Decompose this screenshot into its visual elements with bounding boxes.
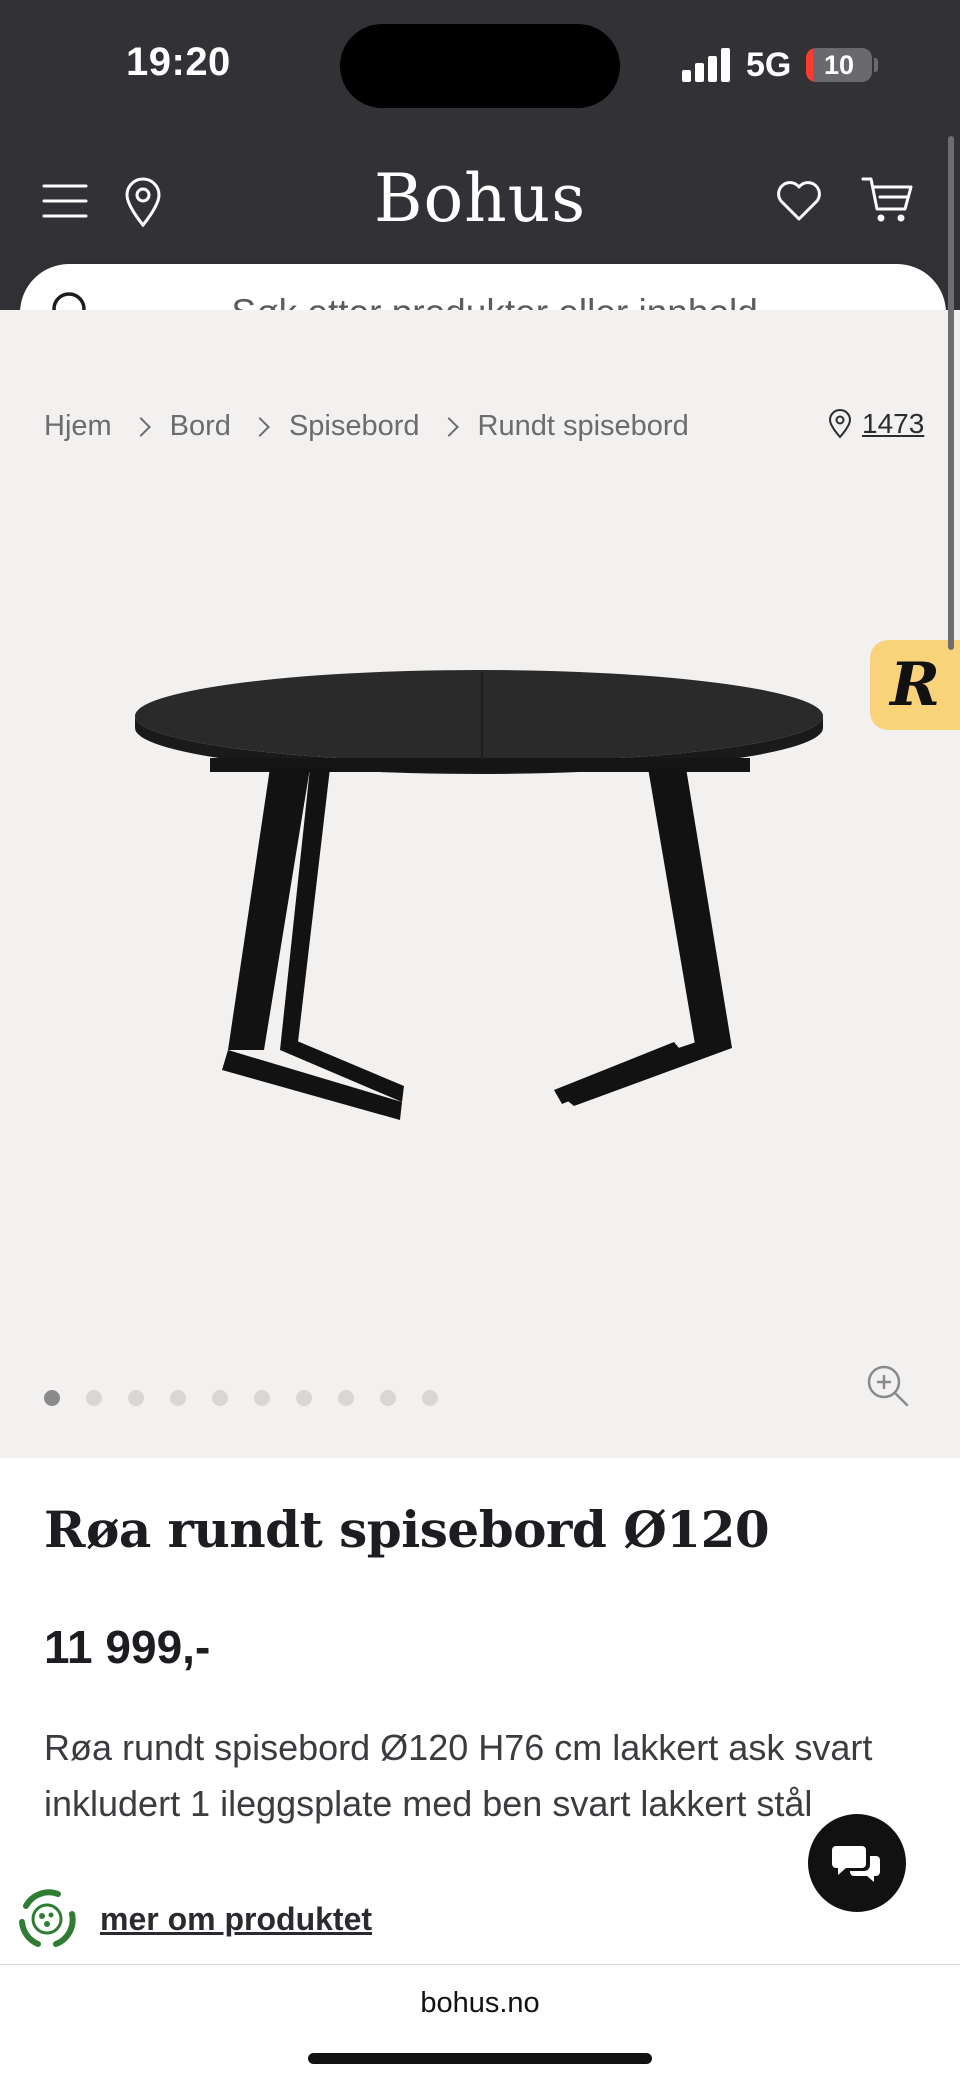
product-title: Røa rundt spisebord Ø120	[44, 1500, 770, 1559]
gallery-dot[interactable]	[86, 1390, 102, 1406]
breadcrumb-item[interactable]: Hjem	[44, 410, 112, 443]
gallery-dot[interactable]	[212, 1390, 228, 1406]
url-label[interactable]: bohus.no	[0, 1987, 960, 2020]
location-pin-icon[interactable]	[118, 174, 168, 230]
chevron-right-icon	[250, 416, 270, 437]
gallery-dot[interactable]	[254, 1390, 270, 1406]
more-about-product-link[interactable]: mer om produktet	[100, 1901, 372, 1938]
product-description: Røa rundt spisebord Ø120 H76 cm lakkert …	[44, 1727, 873, 1824]
product-image[interactable]	[130, 650, 830, 1210]
more-about-product[interactable]: mer om produktet	[14, 1886, 372, 1952]
breadcrumb-item[interactable]: Spisebord	[289, 410, 420, 443]
browser-bottom-bar: bohus.no	[0, 1964, 960, 2081]
chevron-right-icon	[438, 416, 459, 437]
gallery-dot[interactable]	[296, 1390, 312, 1406]
gallery-dot[interactable]	[44, 1390, 60, 1406]
eco-recycle-icon	[19, 1889, 76, 1947]
network-label: 5G	[746, 46, 792, 84]
dynamic-island	[340, 24, 620, 108]
signal-icon	[682, 48, 732, 82]
status-time: 19:20	[126, 40, 231, 84]
breadcrumb-item[interactable]: Bord	[170, 410, 231, 443]
location-pin-icon	[828, 409, 852, 439]
gallery-dot[interactable]	[380, 1390, 396, 1406]
scrollbar[interactable]	[948, 136, 954, 650]
menu-icon[interactable]	[40, 176, 90, 226]
heart-icon[interactable]	[772, 174, 826, 226]
logo[interactable]: Bohus	[280, 160, 680, 237]
gallery-dot[interactable]	[128, 1390, 144, 1406]
zoom-in-icon[interactable]	[866, 1364, 910, 1408]
product-price: 11 999,-	[44, 1621, 211, 1673]
chat-icon	[832, 1846, 880, 1882]
breadcrumb-item[interactable]: Rundt spisebord	[478, 410, 689, 443]
cart-icon[interactable]	[860, 172, 916, 228]
battery-level: 10	[823, 50, 855, 80]
chevron-right-icon	[130, 416, 151, 437]
gallery-dot[interactable]	[422, 1390, 438, 1406]
store-selector[interactable]: 1473	[828, 408, 924, 440]
battery-nub	[874, 58, 878, 72]
store-label[interactable]: 1473	[862, 408, 924, 440]
gallery-dot[interactable]	[338, 1390, 354, 1406]
chat-button[interactable]	[808, 1814, 906, 1912]
battery-icon: 10	[806, 48, 872, 82]
breadcrumb: Hjem Bord Spisebord Rundt spisebord	[44, 410, 689, 443]
gallery-dot[interactable]	[170, 1390, 186, 1406]
r-badge[interactable]: R	[870, 640, 960, 730]
home-indicator[interactable]	[308, 2053, 652, 2064]
gallery-dots[interactable]	[44, 1390, 464, 1406]
